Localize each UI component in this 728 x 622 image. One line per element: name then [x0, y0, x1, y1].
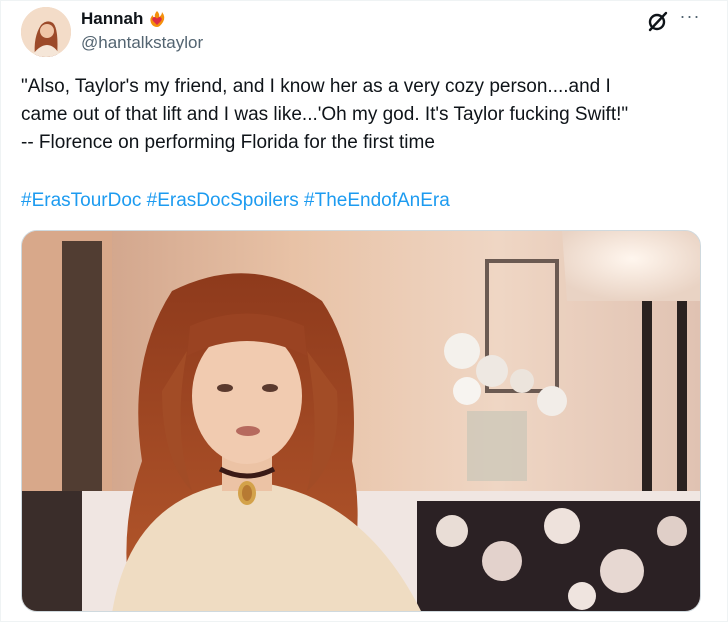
user-handle[interactable]: @hantalkstaylor [81, 33, 203, 53]
avatar-photo-icon [21, 7, 71, 57]
tweet-media-image[interactable] [21, 230, 701, 612]
tweet-text: "Also, Taylor's my friend, and I know he… [21, 76, 629, 153]
hashtag-link[interactable]: #ErasDocSpoilers [147, 190, 299, 211]
hashtag-list: #ErasTourDoc #ErasDocSpoilers #TheEndofA… [21, 187, 450, 215]
heart-on-fire-icon [147, 9, 167, 29]
avatar[interactable] [21, 7, 71, 57]
hashtag-link[interactable]: #ErasTourDoc [21, 190, 141, 211]
display-name[interactable]: Hannah [81, 9, 143, 29]
grok-icon[interactable] [646, 9, 670, 33]
tweet-card: Hannah @hantalkstaylor ··· "Also, Taylor… [0, 0, 728, 622]
more-icon[interactable]: ··· [679, 7, 701, 29]
media-photo [22, 231, 700, 611]
hashtag-link[interactable]: #TheEndofAnEra [304, 190, 450, 211]
author-name-row: Hannah [81, 9, 167, 29]
